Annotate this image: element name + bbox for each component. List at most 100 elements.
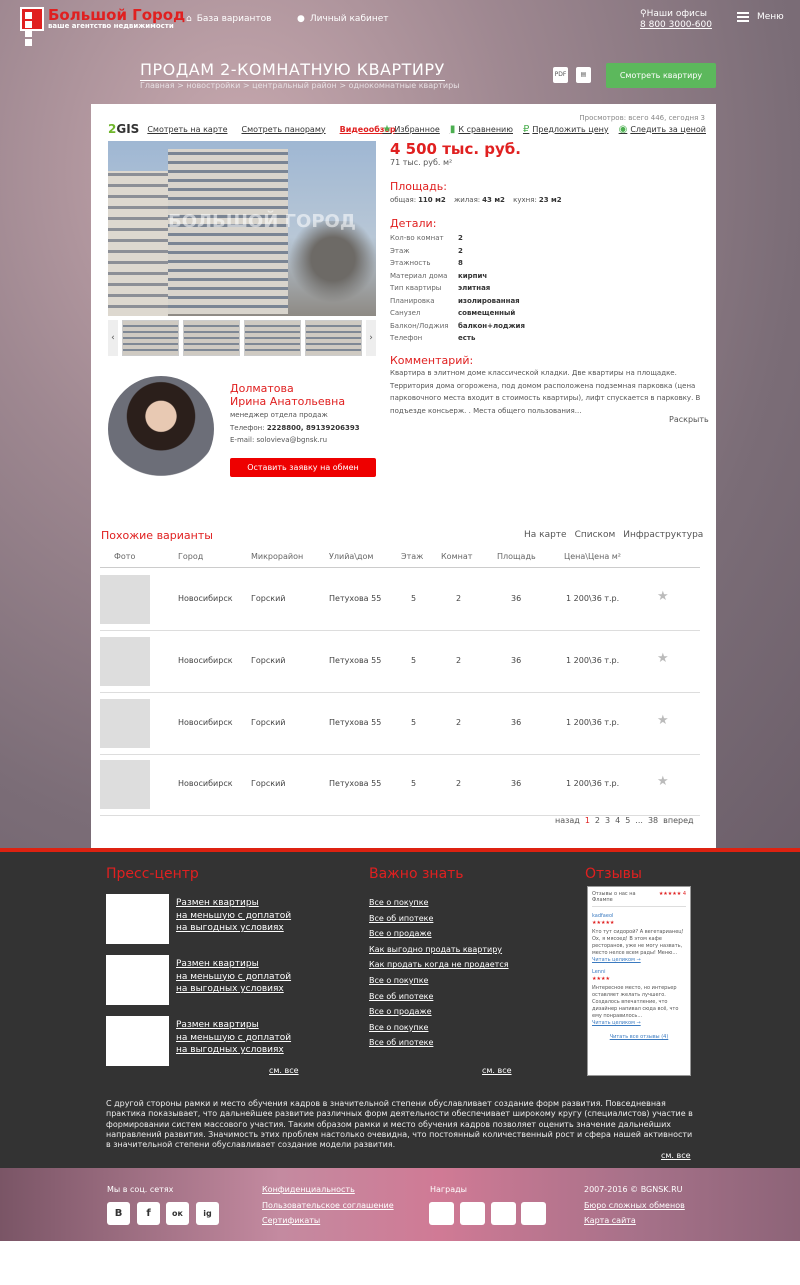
widget-score: ★★★★★ 4 <box>658 891 686 897</box>
pager-page[interactable]: 1 <box>585 816 590 825</box>
news-item[interactable]: Размен квартиры на меньшую с доплатой на в… <box>106 955 306 1005</box>
prev-arrow-icon[interactable]: ‹ <box>108 320 118 356</box>
know-see-all[interactable]: см. все <box>482 1066 512 1075</box>
nav-base-link[interactable]: ⌂ База вариантов <box>186 14 271 24</box>
table-row[interactable]: Новосибирск Горский Петухова 55 5 2 36 1… <box>100 693 700 755</box>
nav-cabinet-link[interactable]: ● Личный кабинет <box>297 14 389 24</box>
know-link[interactable]: Все об ипотеке <box>369 1035 509 1051</box>
favorite-star-icon[interactable]: ★ <box>657 589 669 604</box>
agent-email[interactable]: E-mail: solovieva@bgnsk.ru <box>230 434 360 447</box>
view-apartment-button[interactable]: Смотреть квартиру <box>606 63 716 88</box>
2gis-logo[interactable]: 2GIS <box>108 122 139 136</box>
main-photo[interactable]: БОЛЬШОЙ ГОРОД <box>108 141 376 316</box>
pager-page[interactable]: 5 <box>625 816 630 825</box>
news-item[interactable]: Размен квартиры на меньшую с доплатой на в… <box>106 1016 306 1066</box>
pager-page[interactable]: 3 <box>605 816 610 825</box>
sitemap-link[interactable]: Карта сайта <box>584 1213 685 1229</box>
favorite-star-icon[interactable]: ★ <box>657 774 669 789</box>
tab-list[interactable]: Списком <box>575 530 616 540</box>
know-link[interactable]: Как выгодно продать квартиру <box>369 942 509 958</box>
favorite-star-icon[interactable]: ★ <box>657 713 669 728</box>
thumbnail[interactable] <box>305 320 363 356</box>
cell-floor: 5 <box>411 718 417 727</box>
know-link[interactable]: Все об ипотеке <box>369 911 509 927</box>
favorite-star-icon[interactable]: ★ <box>657 651 669 666</box>
pager-page[interactable]: 4 <box>615 816 620 825</box>
news-image[interactable] <box>106 1016 169 1066</box>
watch-price-button[interactable]: ◉ Следить за ценой <box>619 124 706 135</box>
col-district: Микрорайон <box>251 552 304 561</box>
tab-infrastructure[interactable]: Инфраструктура <box>623 530 703 540</box>
news-text[interactable]: Размен квартиры на меньшую с доплатой на в… <box>176 1019 291 1057</box>
certificates-link[interactable]: Сертификаты <box>262 1213 394 1229</box>
table-row[interactable]: Новосибирск Горский Петухова 55 5 2 36 1… <box>100 569 700 631</box>
press-see-all[interactable]: см. все <box>269 1066 299 1075</box>
row-photo[interactable] <box>100 637 150 686</box>
thumbnail[interactable] <box>121 320 179 356</box>
pager-back[interactable]: назад <box>555 816 580 825</box>
row-photo[interactable] <box>100 699 150 748</box>
press-title: Пресс-центр <box>106 866 199 882</box>
offices-block[interactable]: ⚲Наши офисы 8 800 3000-600 <box>640 9 712 31</box>
breadcrumb[interactable]: Главная > новостройки > центральный райо… <box>140 81 459 90</box>
privacy-link[interactable]: Конфиденциальность <box>262 1182 394 1198</box>
exchange-request-button[interactable]: Оставить заявку на обмен <box>230 458 376 477</box>
agent-phone[interactable]: 2228800, 89139206393 <box>267 424 360 432</box>
review-user[interactable]: kadfaeol <box>592 913 686 919</box>
review-more[interactable]: Читать целиком → <box>592 957 686 963</box>
award-badge[interactable] <box>491 1202 516 1225</box>
favorites-button[interactable]: ★ Избранное <box>382 124 439 135</box>
agreement-link[interactable]: Пользовательское соглашение <box>262 1198 394 1214</box>
odnoklassniki-icon[interactable]: ок <box>166 1202 189 1225</box>
review-more[interactable]: Читать целиком → <box>592 1020 686 1026</box>
on-map-link[interactable]: Смотреть на карте <box>147 125 227 134</box>
next-arrow-icon[interactable]: › <box>366 320 376 356</box>
logo[interactable]: Большой Город ваше агентство недвижимост… <box>20 7 185 46</box>
thumbnail[interactable] <box>244 320 302 356</box>
know-link[interactable]: Все о покупке <box>369 973 509 989</box>
award-badge[interactable] <box>521 1202 546 1225</box>
table-row[interactable]: Новосибирск Горский Петухова 55 5 2 36 1… <box>100 754 700 816</box>
know-link[interactable]: Как продать когда не продается <box>369 957 509 973</box>
print-icon[interactable]: ▤ <box>576 67 591 83</box>
news-image[interactable] <box>106 894 169 944</box>
instagram-icon[interactable]: ig <box>196 1202 219 1225</box>
news-text[interactable]: Размен квартиры на меньшую с доплатой на в… <box>176 897 291 935</box>
know-link[interactable]: Все о продаже <box>369 926 509 942</box>
reviews-all-link[interactable]: Читать все отзывы (4) <box>592 1034 686 1040</box>
know-link[interactable]: Все об ипотеке <box>369 989 509 1005</box>
know-link[interactable]: Все о продаже <box>369 1004 509 1020</box>
row-photo[interactable] <box>100 760 150 809</box>
know-link[interactable]: Все о покупке <box>369 1020 509 1036</box>
table-row[interactable]: Новосибирск Горский Петухова 55 5 2 36 1… <box>100 631 700 693</box>
similar-title: Похожие варианты <box>101 529 213 542</box>
menu-button[interactable]: Меню <box>737 12 784 22</box>
text-see-all[interactable]: см. все <box>661 1151 691 1160</box>
compare-button[interactable]: ▮ К сравнению <box>450 124 513 135</box>
tab-map[interactable]: На карте <box>524 530 567 540</box>
exchange-link[interactable]: Бюро сложных обменов <box>584 1198 685 1214</box>
news-text[interactable]: Размен квартиры на меньшую с доплатой на в… <box>176 958 291 996</box>
expand-link[interactable]: Раскрыть <box>669 415 709 424</box>
header-phone[interactable]: 8 800 3000-600 <box>640 20 712 31</box>
pdf-icon[interactable]: PDF <box>553 67 568 83</box>
pager-page[interactable]: 2 <box>595 816 600 825</box>
widget-head: Отзывы о нас на Флампе <box>592 891 636 903</box>
reviews-widget[interactable]: Отзывы о нас на Флампе ★★★★★ 4 kadfaeol … <box>587 886 691 1076</box>
facebook-icon[interactable]: f <box>137 1202 160 1225</box>
news-item[interactable]: Размен квартиры на меньшую с доплатой на в… <box>106 894 306 944</box>
pager-page[interactable]: 38 <box>648 816 658 825</box>
col-price: Цена\Цена м² <box>564 552 622 561</box>
award-badge[interactable] <box>429 1202 454 1225</box>
review-user[interactable]: Lenni <box>592 969 686 975</box>
row-photo[interactable] <box>100 575 150 624</box>
vk-icon[interactable]: В <box>107 1202 130 1225</box>
pager-next[interactable]: вперед <box>663 816 693 825</box>
cell-street: Петухова 55 <box>329 779 382 788</box>
panorama-link[interactable]: Смотреть панораму <box>242 125 326 134</box>
award-badge[interactable] <box>460 1202 485 1225</box>
thumbnail[interactable] <box>182 320 240 356</box>
news-image[interactable] <box>106 955 169 1005</box>
offer-price-button[interactable]: ₽ Предложить цену <box>523 124 609 135</box>
know-link[interactable]: Все о покупке <box>369 895 509 911</box>
